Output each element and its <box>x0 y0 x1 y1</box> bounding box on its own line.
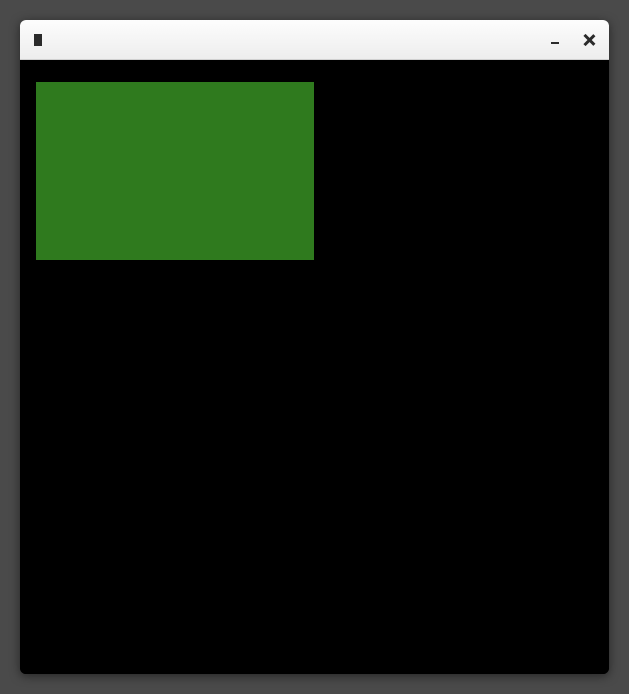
titlebar[interactable] <box>20 20 609 60</box>
titlebar-controls <box>551 34 595 46</box>
canvas-area <box>20 60 609 674</box>
minimize-icon[interactable] <box>551 42 559 44</box>
rectangle-shape <box>36 82 314 260</box>
close-icon[interactable] <box>583 34 595 46</box>
application-window <box>20 20 609 674</box>
titlebar-left <box>34 34 50 46</box>
app-icon <box>34 34 42 46</box>
